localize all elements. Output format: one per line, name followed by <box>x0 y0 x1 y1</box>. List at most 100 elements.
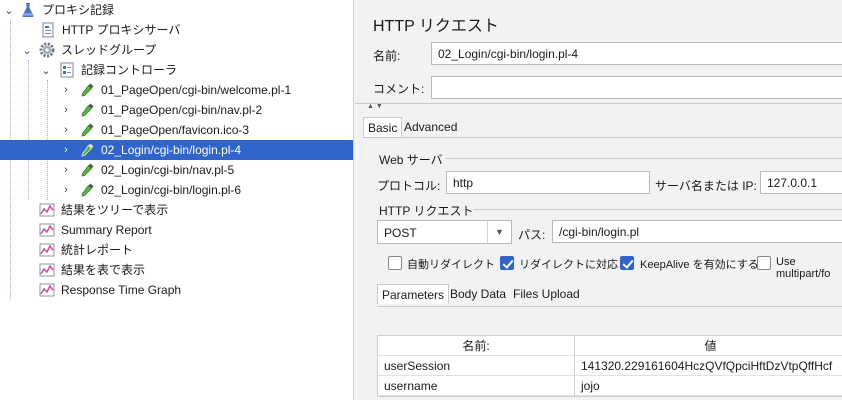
collapse-arrows-icon[interactable]: ▲ ▼ <box>367 103 383 110</box>
comment-label: コメント: <box>373 82 425 96</box>
tab-files-upload[interactable]: Files Upload <box>509 284 584 304</box>
tree-item-label: Summary Report <box>61 223 152 237</box>
tree-item-label: スレッドグループ <box>61 43 157 57</box>
graph-icon <box>39 263 55 277</box>
config-element-icon <box>42 22 54 38</box>
path-label: パス: <box>518 228 546 242</box>
table-header-row: 名前: 値 <box>378 336 842 356</box>
param-value-cell[interactable]: jojo <box>575 376 842 396</box>
tree-item-label: 結果を表で表示 <box>61 263 146 277</box>
flask-icon <box>22 3 34 17</box>
tree-item-listener[interactable]: Response Time Graph <box>0 280 353 300</box>
tree-item-label: 01_PageOpen/cgi-bin/nav.pl-2 <box>101 103 263 117</box>
graph-icon <box>39 283 55 297</box>
controller-icon <box>60 62 74 78</box>
tree-item-sampler[interactable]: › 02_Login/cgi-bin/nav.pl-5 <box>0 160 353 180</box>
tree-item-label: 01_PageOpen/cgi-bin/welcome.pl-1 <box>101 83 292 97</box>
server-label: サーバ名または IP: <box>655 179 757 193</box>
param-name-cell[interactable]: username <box>378 376 575 396</box>
fieldset-border <box>473 209 842 210</box>
tree-item-label: 結果をツリーで表示 <box>61 203 169 217</box>
graph-icon <box>39 223 55 237</box>
auto-redirect-label: 自動リダイレクト <box>407 259 495 271</box>
tree-item-label: HTTP プロキシサーバ <box>62 23 181 37</box>
tree-item-sampler[interactable]: › 01_PageOpen/favicon.ico-3 <box>0 120 353 140</box>
tree-item-sampler[interactable]: › 01_PageOpen/cgi-bin/nav.pl-2 <box>0 100 353 120</box>
http-request-panel: HTTP リクエスト 名前: 02_Login/cgi-bin/login.pl… <box>355 0 842 400</box>
chevron-down-icon[interactable]: ⌄ <box>40 60 52 80</box>
tree-item-label: 02_Login/cgi-bin/login.pl-6 <box>101 183 242 197</box>
auto-redirect-checkbox[interactable] <box>388 256 402 270</box>
chevron-right-icon[interactable]: › <box>60 120 72 140</box>
pipette-icon <box>81 183 94 197</box>
multipart-checkbox[interactable] <box>757 256 771 270</box>
chevron-down-icon[interactable]: ⌄ <box>3 0 15 20</box>
method-select[interactable]: POST ▼ <box>377 220 512 244</box>
keepalive-label: KeepAlive を有効にする <box>640 259 759 271</box>
tree-item-listener[interactable]: Summary Report <box>0 220 353 240</box>
path-field[interactable]: /cgi-bin/login.pl <box>552 220 842 243</box>
multipart-label: Use multipart/fo <box>776 256 831 280</box>
tree-item-thread-group[interactable]: ⌄ スレッドグループ <box>0 40 353 60</box>
tab-advanced[interactable]: Advanced <box>400 117 461 137</box>
keepalive-checkbox[interactable] <box>620 256 634 270</box>
tree-item-listener[interactable]: 統計レポート <box>0 240 353 260</box>
tab-body-data[interactable]: Body Data <box>446 284 510 304</box>
follow-redirects-checkbox[interactable] <box>500 256 514 270</box>
tree-item-label: プロキシ記録 <box>42 3 115 17</box>
tree-item-label: 02_Login/cgi-bin/login.pl-4 <box>101 143 242 157</box>
comment-field[interactable] <box>431 76 842 99</box>
protocol-field[interactable]: http <box>446 171 650 194</box>
tab-divider <box>377 306 842 307</box>
chevron-right-icon[interactable]: › <box>60 80 72 100</box>
follow-redirects-label: リダイレクトに対応 <box>519 259 618 271</box>
gear-icon <box>39 42 55 58</box>
pipette-icon <box>81 83 94 97</box>
tree-item-listener[interactable]: 結果を表で表示 <box>0 260 353 280</box>
chevron-down-icon[interactable]: ⌄ <box>21 40 33 60</box>
tree-item-label: 記録コントローラ <box>81 63 178 77</box>
tab-basic[interactable]: Basic <box>363 117 403 137</box>
tab-parameters[interactable]: Parameters <box>377 284 450 304</box>
server-field[interactable]: 127.0.0.1 <box>760 171 842 194</box>
tree-item-sampler[interactable]: › 02_Login/cgi-bin/login.pl-6 <box>0 180 353 200</box>
tree-item-http-proxy-server[interactable]: HTTP プロキシサーバ <box>0 20 353 40</box>
name-label: 名前: <box>373 49 401 63</box>
chevron-right-icon[interactable]: › <box>60 160 72 180</box>
test-plan-tree[interactable]: ⌄ プロキシ記録 HTTP プロキシサーバ ⌄ スレッドグループ ⌄ 記録コント… <box>0 0 354 400</box>
chevron-right-icon[interactable]: › <box>60 140 72 160</box>
graph-icon <box>39 243 55 257</box>
tree-item-label: 01_PageOpen/favicon.ico-3 <box>101 123 250 137</box>
graph-icon <box>39 203 55 217</box>
table-row[interactable]: username jojo <box>378 376 842 396</box>
tree-item-sampler-selected[interactable]: › 02_Login/cgi-bin/login.pl-4 <box>0 140 353 160</box>
web-server-legend: Web サーバ <box>379 153 443 167</box>
chevron-down-icon[interactable]: ▼ <box>487 221 511 243</box>
tree-item-sampler[interactable]: › 01_PageOpen/cgi-bin/welcome.pl-1 <box>0 80 353 100</box>
pipette-icon <box>81 123 94 137</box>
tree-item-label: 02_Login/cgi-bin/nav.pl-5 <box>101 163 235 177</box>
tab-divider <box>363 137 842 138</box>
chevron-right-icon[interactable]: › <box>60 180 72 200</box>
tree-item-listener[interactable]: 結果をツリーで表示 <box>0 200 353 220</box>
divider <box>355 103 842 104</box>
pipette-icon <box>81 163 94 177</box>
param-name-cell[interactable]: userSession <box>378 356 575 376</box>
pipette-icon <box>81 143 94 157</box>
column-header-value[interactable]: 値 <box>575 336 842 356</box>
param-value-cell[interactable]: 141320.229161604HczQVfQpciHftDzVtpQffHcf <box>575 356 842 376</box>
chevron-right-icon[interactable]: › <box>60 100 72 120</box>
name-field[interactable]: 02_Login/cgi-bin/login.pl-4 <box>431 42 842 65</box>
tree-item-recording-controller[interactable]: ⌄ 記録コントローラ <box>0 60 353 80</box>
page-title: HTTP リクエスト <box>373 18 499 35</box>
protocol-label: プロトコル: <box>377 179 441 193</box>
pipette-icon <box>81 103 94 117</box>
http-request-legend: HTTP リクエスト <box>379 204 474 218</box>
fieldset-border <box>445 158 842 159</box>
table-row[interactable]: userSession 141320.229161604HczQVfQpciHf… <box>378 356 842 376</box>
tree-item-proxy-root[interactable]: ⌄ プロキシ記録 <box>0 0 353 20</box>
column-header-name[interactable]: 名前: <box>378 336 575 356</box>
parameters-table: 名前: 値 userSession 141320.229161604HczQVf… <box>377 335 842 397</box>
method-select-value: POST <box>384 226 417 240</box>
tree-item-label: Response Time Graph <box>61 283 182 297</box>
